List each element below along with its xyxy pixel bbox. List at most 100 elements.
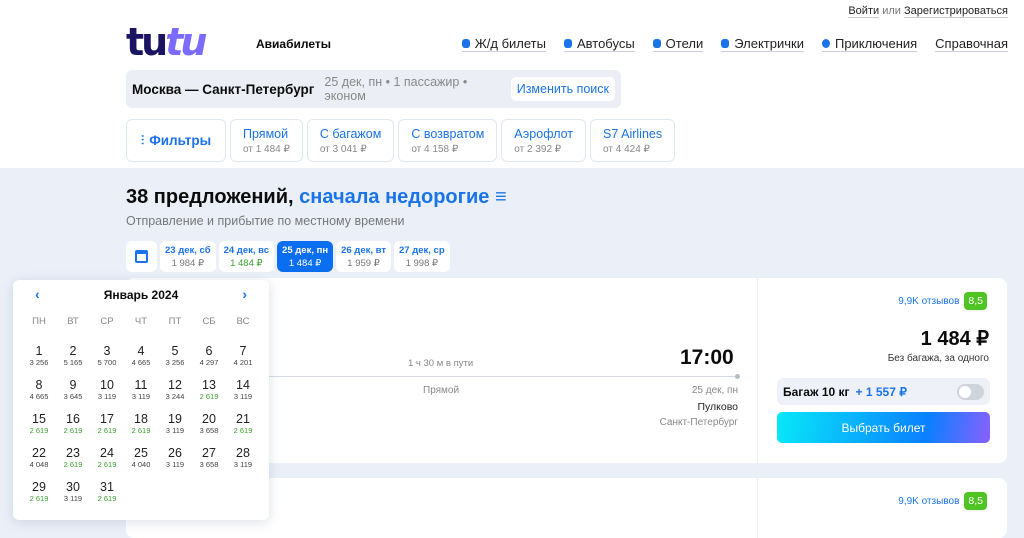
nav-help[interactable]: Справочная: [935, 36, 1008, 52]
calendar-day[interactable]: 15 2 619: [22, 412, 56, 435]
reviews[interactable]: 9,9K отзывов 8,5: [898, 292, 987, 310]
day-number: 15: [32, 412, 46, 426]
baggage-toggle[interactable]: [957, 383, 984, 400]
calendar-day[interactable]: 17 2 619: [90, 412, 124, 435]
calendar-day[interactable]: 12 3 244: [158, 378, 192, 401]
calendar-day[interactable]: 35 700: [90, 344, 124, 367]
calendar-day[interactable]: 93 645: [56, 378, 90, 401]
price-panel: 9,9K отзывов 8,5 1 484 ₽ Без багажа, за о…: [757, 278, 1007, 463]
filter-label: С возвратом: [411, 126, 485, 141]
ticket-price: 1 484 ₽: [920, 328, 989, 350]
filter-direct[interactable]: Прямой от 1 484 ₽: [230, 119, 303, 162]
change-search-button[interactable]: Изменить поиск: [510, 77, 615, 101]
calendar-day[interactable]: 27 3 658: [192, 446, 226, 469]
calendar-day[interactable]: 16 2 619: [56, 412, 90, 435]
day-price: 3 658: [199, 460, 219, 469]
calendar-day[interactable]: 53 256: [158, 344, 192, 367]
baggage-option[interactable]: Багаж 10 кг + 1 557 ₽: [777, 378, 990, 405]
or-text: или: [882, 5, 901, 17]
nav-bus[interactable]: Автобусы: [563, 36, 635, 52]
calendar-day[interactable]: 20 3 658: [192, 412, 226, 435]
day-number: 6: [205, 344, 213, 358]
nav-hotels[interactable]: Отели: [652, 36, 704, 52]
calendar-day[interactable]: 11 3 119: [124, 378, 158, 401]
filter-label: S7 Airlines: [603, 126, 663, 141]
calendar-popup: ‹ Январь 2024 › ПН ВТ СР ЧТ ПТ СБ ВС 1 3 256 2 5 1…: [13, 280, 269, 520]
day-price: 3 119: [131, 392, 151, 401]
calendar-day[interactable]: 22 4 048: [22, 446, 56, 469]
day-price: 5 165: [63, 358, 83, 367]
results-count: 38 предложений,: [126, 186, 294, 208]
calendar-day[interactable]: 13 256: [22, 344, 56, 367]
filter-baggage[interactable]: С багажом от 3 041 ₽: [306, 119, 395, 162]
date-label: 23 дек, сб: [165, 244, 211, 256]
day-number: 9: [69, 378, 77, 392]
calendar-day[interactable]: 14 3 119: [226, 378, 260, 401]
register-link[interactable]: Зарегистрироваться: [903, 5, 1008, 18]
calendar-button[interactable]: [126, 241, 157, 272]
filters-button[interactable]: ⫶ Фильтры: [126, 119, 226, 162]
date-label: 25 дек, пн: [282, 244, 329, 256]
calendar-day[interactable]: 21 2 619: [226, 412, 260, 435]
calendar-day[interactable]: 18 2 619: [124, 412, 158, 435]
sort-icon[interactable]: ≡: [495, 186, 507, 208]
filters-label: Фильтры: [149, 133, 212, 148]
reviews[interactable]: 9,9K отзывов 8,5: [898, 492, 987, 510]
day-price: 3 244: [165, 392, 185, 401]
date-option[interactable]: 26 дек, вт 1 959 ₽: [336, 241, 391, 272]
bus-icon: [563, 39, 572, 48]
calendar-day[interactable]: 26 3 119: [158, 446, 192, 469]
calendar-day[interactable]: 25 165: [56, 344, 90, 367]
logo[interactable]: tutu: [126, 22, 207, 62]
calendar-day[interactable]: 19 3 119: [158, 412, 192, 435]
day-price: 4 665: [131, 358, 151, 367]
day-number: 18: [134, 412, 148, 426]
calendar-day[interactable]: 84 665: [22, 378, 56, 401]
nav-adventures[interactable]: Приключения: [821, 36, 918, 52]
date-option[interactable]: 27 дек, ср 1 998 ₽: [394, 241, 450, 272]
rating-badge: 8,5: [964, 492, 987, 510]
calendar-day[interactable]: 25 4 040: [124, 446, 158, 469]
nav-suburban[interactable]: Электрички: [721, 36, 804, 52]
calendar-day[interactable]: 74 201: [226, 344, 260, 367]
suburban-train-icon: [721, 39, 730, 48]
calendar-day[interactable]: 13 2 619: [192, 378, 226, 401]
baggage-price: + 1 557 ₽: [855, 384, 907, 399]
calendar-day[interactable]: 10 3 119: [90, 378, 124, 401]
calendar-day[interactable]: 29 2 619: [22, 480, 56, 503]
calendar-day[interactable]: 31 2 619: [90, 480, 124, 503]
date-option[interactable]: 23 дек, сб 1 984 ₽: [160, 241, 216, 272]
filter-aeroflot[interactable]: Аэрофлот от 2 392 ₽: [501, 119, 587, 162]
day-price: 3 645: [63, 392, 83, 401]
day-number: 10: [100, 378, 114, 392]
calendar-day[interactable]: 44 665: [124, 344, 158, 367]
login-link[interactable]: Войти: [848, 5, 880, 18]
day-price: 2 619: [131, 426, 151, 435]
day-price: 2 619: [29, 426, 49, 435]
day-number: 12: [168, 378, 182, 392]
chevron-right-icon[interactable]: ›: [242, 286, 247, 302]
date-option[interactable]: 24 дек, вс 1 484 ₽: [218, 241, 275, 272]
calendar-day[interactable]: 30 3 119: [56, 480, 90, 503]
reviews-link[interactable]: 9,9K отзывов: [898, 496, 959, 507]
sort-dropdown[interactable]: сначала недорогие: [299, 186, 489, 208]
rating-badge: 8,5: [964, 292, 987, 310]
day-number: 13: [202, 378, 216, 392]
day-number: 14: [236, 378, 250, 392]
day-number: 1: [35, 344, 43, 358]
filter-price: от 4 158 ₽: [411, 143, 459, 155]
logo-subtitle: Авиабилеты: [256, 37, 331, 51]
filter-s7[interactable]: S7 Airlines от 4 424 ₽: [590, 119, 676, 162]
filter-refund[interactable]: С возвратом от 4 158 ₽: [398, 119, 498, 162]
calendar-month: Январь 2024: [103, 288, 179, 302]
nav-train[interactable]: Ж/д билеты: [461, 36, 546, 52]
calendar-day[interactable]: 23 2 619: [56, 446, 90, 469]
calendar-day[interactable]: 28 3 119: [226, 446, 260, 469]
select-ticket-button[interactable]: Выбрать билет: [777, 412, 990, 443]
calendar-day[interactable]: 64 297: [192, 344, 226, 367]
weekday-label: ВТ: [67, 316, 79, 327]
date-option-selected[interactable]: 25 дек, пн 1 484 ₽: [277, 241, 334, 272]
day-number: 22: [32, 446, 46, 460]
reviews-link[interactable]: 9,9K отзывов: [898, 296, 959, 307]
calendar-day[interactable]: 24 2 619: [90, 446, 124, 469]
